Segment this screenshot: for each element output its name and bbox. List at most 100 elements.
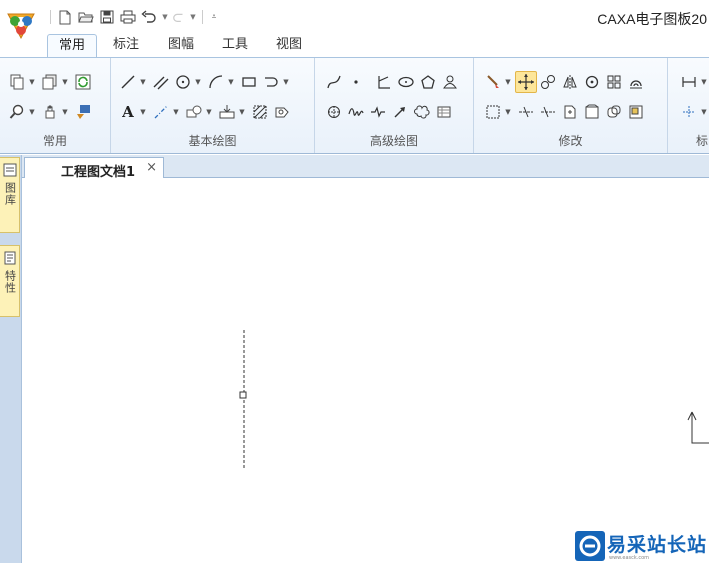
new-file-icon[interactable] — [56, 8, 74, 26]
insert-icon[interactable] — [216, 101, 238, 123]
title-bar: ▼ ▼ ⩡ CAXA电子图板20 — [0, 0, 709, 40]
redo-icon[interactable] — [172, 8, 186, 26]
layer-dropdown-icon[interactable]: ▼ — [61, 71, 69, 93]
group-label-annotation: 标 — [696, 134, 709, 148]
insert-dropdown-icon[interactable]: ▼ — [238, 101, 246, 123]
erase-dropdown-icon[interactable]: ▼ — [504, 71, 512, 93]
parallel-icon[interactable] — [150, 71, 172, 93]
coordinate-icon[interactable] — [678, 101, 700, 123]
region-icon[interactable] — [271, 101, 293, 123]
grip-point[interactable] — [239, 391, 247, 399]
zoom-icon[interactable] — [6, 101, 28, 123]
spline-icon[interactable] — [323, 71, 345, 93]
library-icon — [3, 163, 16, 177]
window-title: CAXA电子图板20 — [597, 11, 707, 27]
qat-separator — [50, 10, 51, 24]
arc-icon[interactable] — [205, 71, 227, 93]
watermark: 易采站长站 www.easck.com — [573, 529, 709, 563]
polyline-icon[interactable] — [260, 71, 282, 93]
select-box-dropdown-icon[interactable]: ▼ — [504, 101, 512, 123]
hatch-icon[interactable] — [249, 101, 271, 123]
rotate2-icon[interactable] — [581, 71, 603, 93]
group-common: ▼ ▼ ▼ ▼ 常用 — [0, 58, 111, 153]
coordinate-dropdown-icon[interactable]: ▼ — [700, 101, 708, 123]
block-dropdown-icon[interactable]: ▼ — [205, 101, 213, 123]
point-icon[interactable] — [345, 71, 367, 93]
group-label-modify: 修改 — [558, 134, 583, 148]
mirror-icon[interactable] — [559, 71, 581, 93]
cloud-icon[interactable] — [411, 101, 433, 123]
layer-icon[interactable] — [39, 71, 61, 93]
tab-view[interactable]: 视图 — [265, 34, 313, 58]
dock-tab-library[interactable]: 图库 — [0, 157, 20, 233]
ellipse-icon[interactable] — [395, 71, 417, 93]
arc-dropdown-icon[interactable]: ▼ — [227, 71, 235, 93]
angle-icon[interactable] — [373, 71, 395, 93]
group-basic-drawing: ▼ ▼ ▼ ▼ A ▼ ▼ ▼ ▼ 基本绘图 — [111, 58, 315, 153]
zoom-dropdown-icon[interactable]: ▼ — [28, 101, 36, 123]
group-modify: ▼ ▼ 修改 — [474, 58, 668, 153]
rectangle-icon[interactable] — [238, 71, 260, 93]
explode-icon[interactable] — [625, 101, 647, 123]
tab-common[interactable]: 常用 — [47, 34, 98, 58]
wave-icon[interactable] — [345, 101, 367, 123]
print-icon[interactable] — [119, 8, 137, 26]
copy-move-icon[interactable] — [537, 71, 559, 93]
figure-icon[interactable] — [439, 71, 461, 93]
arrow-icon[interactable] — [389, 101, 411, 123]
quick-access-toolbar: ▼ ▼ ⩡ — [48, 8, 220, 26]
redo-dropdown-icon[interactable]: ▼ — [189, 8, 197, 26]
erase-icon[interactable] — [482, 71, 504, 93]
ribbon-tab-bar: 常用 标注 图幅 工具 视图 — [0, 32, 709, 58]
dock-tab-properties-label: 特性 — [3, 270, 17, 294]
document-tab[interactable]: 工程图文档1 × — [24, 157, 164, 180]
pan-dropdown-icon[interactable]: ▼ — [61, 101, 69, 123]
copy-dropdown-icon[interactable]: ▼ — [28, 71, 36, 93]
tab-sheet[interactable]: 图幅 — [157, 34, 205, 58]
centerline-icon[interactable] — [150, 101, 172, 123]
fillet-icon[interactable] — [603, 101, 625, 123]
text-icon[interactable]: A — [117, 101, 139, 123]
text-dropdown-icon[interactable]: ▼ — [139, 101, 147, 123]
customize-icon[interactable]: ⩡ — [208, 8, 220, 26]
select-box-icon[interactable] — [482, 101, 504, 123]
break-line-icon[interactable] — [367, 101, 389, 123]
move-icon[interactable] — [515, 71, 537, 93]
trim-icon[interactable] — [515, 101, 537, 123]
save-icon[interactable] — [98, 8, 116, 26]
tab-annotation[interactable]: 标注 — [102, 34, 150, 58]
dock-tab-library-label: 图库 — [3, 182, 17, 206]
table-icon[interactable] — [433, 101, 455, 123]
group-label-common: 常用 — [42, 134, 67, 148]
group-annotation-partial: ▼ ▼ 标 — [668, 58, 709, 153]
refresh-icon[interactable] — [72, 71, 94, 93]
centerline-dropdown-icon[interactable]: ▼ — [172, 101, 180, 123]
app-window: ▼ ▼ ⩡ CAXA电子图板20 常用 标注 图幅 工具 视图 ▼ ▼ ▼ ▼ … — [0, 0, 709, 563]
format-painter-icon[interactable] — [72, 101, 94, 123]
rotate-icon[interactable] — [323, 101, 345, 123]
tab-tools[interactable]: 工具 — [211, 34, 259, 58]
copy-icon[interactable] — [6, 71, 28, 93]
open-folder-icon[interactable] — [77, 8, 95, 26]
array-icon[interactable] — [603, 71, 625, 93]
circle-icon[interactable] — [172, 71, 194, 93]
line-icon[interactable] — [117, 71, 139, 93]
scale-icon[interactable] — [559, 101, 581, 123]
dimension-icon[interactable] — [678, 71, 700, 93]
polyline-dropdown-icon[interactable]: ▼ — [282, 71, 290, 93]
close-icon[interactable]: × — [146, 160, 157, 175]
extend-icon[interactable] — [537, 101, 559, 123]
qat-separator — [202, 10, 203, 24]
drawing-canvas[interactable] — [22, 178, 709, 563]
stretch-icon[interactable] — [581, 101, 603, 123]
undo-icon[interactable] — [140, 8, 158, 26]
offset-icon[interactable] — [625, 71, 647, 93]
pan-icon[interactable] — [39, 101, 61, 123]
circle-dropdown-icon[interactable]: ▼ — [194, 71, 202, 93]
dimension-dropdown-icon[interactable]: ▼ — [700, 71, 708, 93]
polygon-icon[interactable] — [417, 71, 439, 93]
block-icon[interactable] — [183, 101, 205, 123]
dock-tab-properties[interactable]: 特性 — [0, 245, 20, 317]
line-dropdown-icon[interactable]: ▼ — [139, 71, 147, 93]
undo-dropdown-icon[interactable]: ▼ — [161, 8, 169, 26]
